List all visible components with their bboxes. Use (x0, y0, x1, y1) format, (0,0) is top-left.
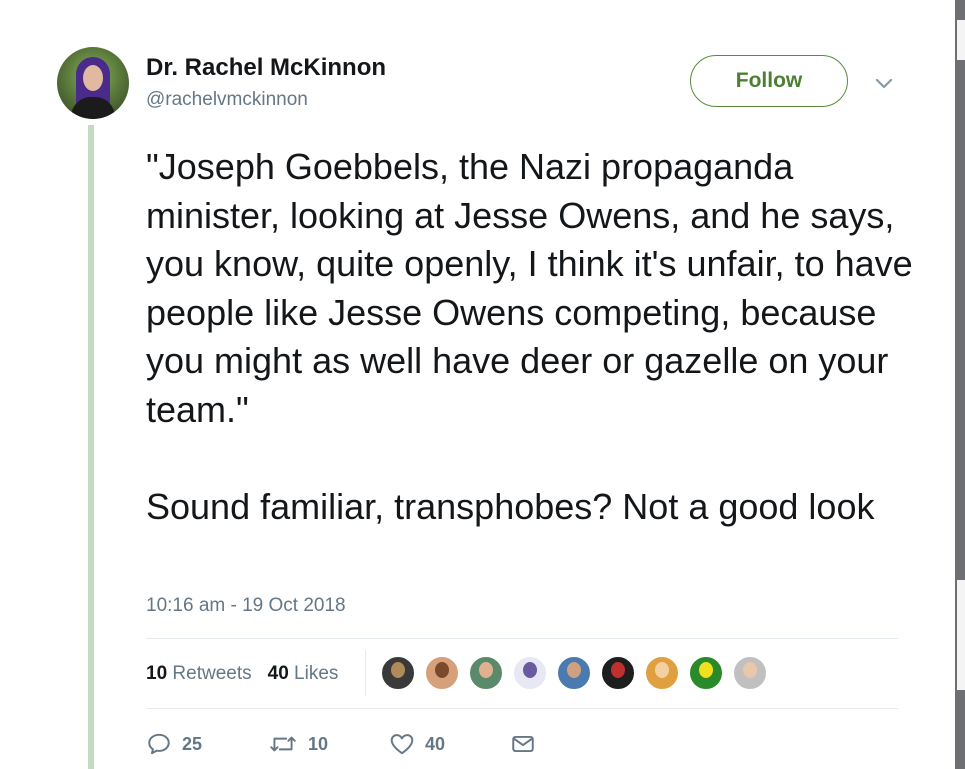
retweets-stat[interactable]: 10 Retweets (146, 663, 252, 685)
retweets-stat-count: 10 (146, 663, 168, 684)
author-avatar[interactable] (57, 47, 129, 119)
tweet-text: "Joseph Goebbels, the Nazi propaganda mi… (146, 146, 913, 527)
tweet-card: Dr. Rachel McKinnon @rachelvmckinnon Fol… (0, 0, 955, 769)
divider (146, 638, 898, 639)
liker-avatars (380, 655, 776, 691)
liker-avatar-face (567, 662, 581, 678)
liker-avatar-face (611, 662, 625, 678)
liker-avatar-face (699, 662, 713, 678)
like-count: 40 (425, 733, 446, 754)
liker-avatar-face (655, 662, 669, 678)
liker-avatar-face (523, 662, 537, 678)
avatar-face (83, 65, 103, 91)
reply-count: 25 (182, 733, 203, 754)
tweet-actions: 25 10 40 (146, 728, 566, 760)
liker-avatar[interactable] (600, 655, 636, 691)
likes-stat-count: 40 (267, 663, 289, 684)
follow-button[interactable]: Follow (690, 55, 848, 107)
likes-stat-label: Likes (294, 663, 339, 684)
liker-avatar[interactable] (732, 655, 768, 691)
liker-avatar[interactable] (556, 655, 592, 691)
retweet-icon (270, 736, 296, 752)
author-handle[interactable]: @rachelvmckinnon (146, 89, 308, 111)
direct-message-button[interactable] (510, 728, 546, 760)
retweets-stat-label: Retweets (172, 663, 252, 684)
liker-avatar[interactable] (424, 655, 460, 691)
background-fragment (957, 20, 965, 60)
liker-avatar[interactable] (512, 655, 548, 691)
liker-avatar[interactable] (380, 655, 416, 691)
retweet-count: 10 (308, 733, 329, 754)
heart-icon (390, 734, 414, 755)
reply-button[interactable]: 25 (146, 728, 202, 760)
liker-avatar-face (435, 662, 449, 678)
stats-separator (365, 650, 366, 696)
envelope-icon (512, 735, 534, 753)
dimmed-background (955, 0, 965, 769)
liker-avatar-face (743, 662, 757, 678)
liker-avatar[interactable] (688, 655, 724, 691)
tweet-stats: 10 Retweets 40 Likes (146, 660, 338, 688)
retweet-button[interactable]: 10 (268, 728, 328, 760)
thread-line (88, 125, 94, 769)
divider (146, 708, 898, 709)
chevron-down-icon[interactable] (872, 72, 896, 96)
author-display-name[interactable]: Dr. Rachel McKinnon (146, 54, 386, 82)
likes-stat[interactable]: 40 Likes (268, 663, 339, 685)
background-fragment (957, 580, 965, 690)
liker-avatar-face (391, 662, 405, 678)
tweet-timestamp[interactable]: 10:16 am - 19 Oct 2018 (146, 595, 346, 617)
reply-icon (148, 733, 170, 755)
liker-avatar[interactable] (644, 655, 680, 691)
liker-avatar-face (479, 662, 493, 678)
liker-avatar[interactable] (468, 655, 504, 691)
like-button[interactable]: 40 (389, 728, 445, 760)
